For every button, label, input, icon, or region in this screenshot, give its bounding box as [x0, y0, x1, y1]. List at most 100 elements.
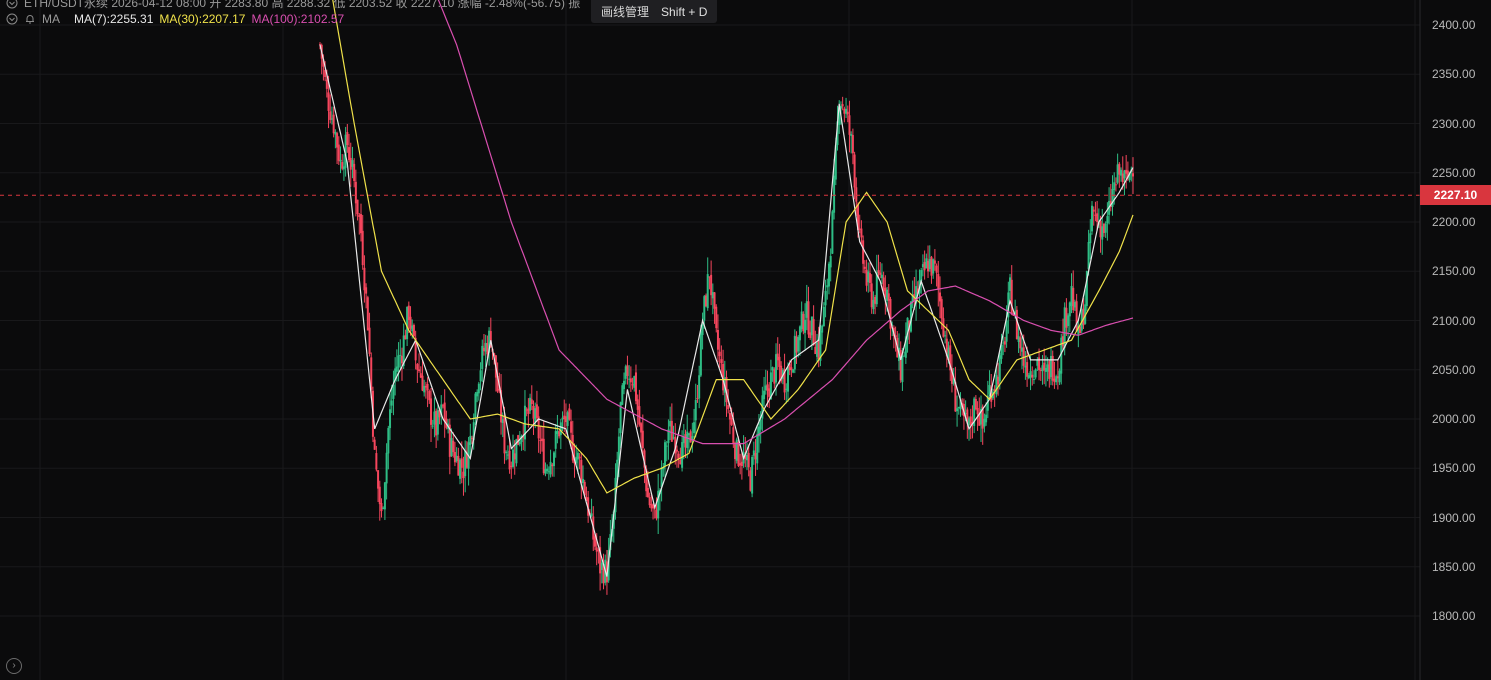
candle-body — [1092, 209, 1095, 212]
candle — [988, 370, 991, 397]
candle — [559, 418, 562, 450]
candle — [337, 136, 340, 165]
candle-body — [751, 456, 754, 494]
candle — [431, 419, 434, 429]
candle — [1109, 183, 1112, 212]
candle-body — [469, 435, 472, 446]
candle — [1032, 370, 1035, 384]
candle — [419, 366, 422, 379]
candle — [578, 453, 581, 470]
candle-body — [368, 327, 371, 354]
candle-body — [763, 390, 766, 400]
chevron-down-circle-icon[interactable] — [6, 13, 18, 25]
candle-body — [349, 157, 352, 170]
candle — [956, 395, 959, 427]
candle — [696, 384, 699, 403]
candle-body — [778, 356, 781, 367]
candle — [932, 258, 935, 279]
candle-body — [734, 444, 737, 460]
candle-body — [920, 270, 923, 281]
bell-icon[interactable] — [24, 13, 36, 25]
candle — [957, 406, 960, 415]
candle — [945, 324, 948, 368]
candle — [1046, 357, 1049, 382]
candle-body — [802, 313, 805, 332]
candle-body — [1091, 205, 1094, 232]
candle-body — [638, 406, 641, 425]
indicator-name[interactable]: MA — [42, 12, 60, 26]
candle-body — [481, 345, 484, 370]
candle — [628, 365, 631, 389]
indicator-row: MA MA(7):2255.31 MA(30):2207.17 MA(100):… — [6, 12, 344, 26]
candle-body — [1061, 336, 1064, 347]
candle — [1073, 299, 1076, 312]
candle — [599, 535, 602, 591]
candle-body — [529, 397, 532, 411]
candle-body — [886, 289, 889, 301]
candle-body — [407, 305, 410, 320]
candle-body — [566, 412, 569, 426]
candle — [457, 447, 460, 476]
candle-body — [559, 422, 562, 436]
candle-body — [561, 417, 564, 420]
candle — [453, 441, 456, 467]
candle-body — [887, 293, 890, 301]
candle-body — [693, 422, 696, 434]
grid-lines — [0, 0, 1420, 680]
price-axis-tick: 2300.00 — [1432, 116, 1476, 131]
candle — [756, 425, 759, 470]
price-axis-tick: 2100.00 — [1432, 313, 1476, 328]
candle — [430, 388, 433, 442]
candle-body — [715, 306, 718, 329]
chevron-down-circle-icon[interactable] — [6, 0, 18, 9]
candle — [1020, 335, 1023, 370]
candle-body — [628, 378, 631, 380]
candle-body — [1102, 223, 1105, 233]
candle-body — [968, 418, 971, 426]
candle-body — [752, 450, 755, 456]
candle — [742, 435, 745, 468]
candle-body — [749, 470, 752, 491]
candle-body — [518, 441, 521, 445]
candle — [537, 406, 540, 453]
candle-body — [942, 318, 945, 337]
candle — [694, 383, 697, 438]
candle-body — [831, 211, 834, 254]
price-axis-tick: 1900.00 — [1432, 510, 1476, 525]
price-axis-tick: 1800.00 — [1432, 609, 1476, 623]
candle — [387, 425, 390, 470]
candle — [846, 105, 849, 123]
candle-body — [1116, 164, 1119, 183]
candle-body — [1026, 362, 1029, 377]
candle-body — [351, 160, 354, 167]
candle — [831, 209, 834, 255]
candle-body — [935, 265, 938, 273]
candle-body — [665, 445, 668, 447]
candle — [993, 385, 996, 407]
candle-body — [363, 267, 366, 291]
candle-body — [558, 431, 561, 437]
candle — [368, 312, 371, 357]
candle — [527, 398, 530, 428]
candle — [868, 262, 871, 292]
candle — [638, 389, 641, 427]
candle-body — [332, 114, 335, 134]
candle-body — [812, 319, 815, 345]
candle — [418, 353, 421, 373]
candle-body — [937, 273, 940, 290]
candle — [710, 260, 713, 306]
candle-body — [727, 405, 730, 410]
candle — [426, 377, 429, 408]
candlestick-chart[interactable] — [0, 0, 1491, 680]
candle — [679, 447, 682, 465]
candle-body — [400, 355, 403, 364]
chevron-right-circle-icon[interactable]: › — [6, 658, 22, 674]
candle-body — [771, 367, 774, 371]
candle-body — [877, 270, 880, 273]
candle-body — [846, 111, 849, 115]
candle — [778, 343, 781, 385]
candle — [841, 96, 844, 111]
candle-body — [443, 402, 446, 422]
candle-body — [684, 434, 687, 448]
candle-body — [1070, 286, 1073, 307]
